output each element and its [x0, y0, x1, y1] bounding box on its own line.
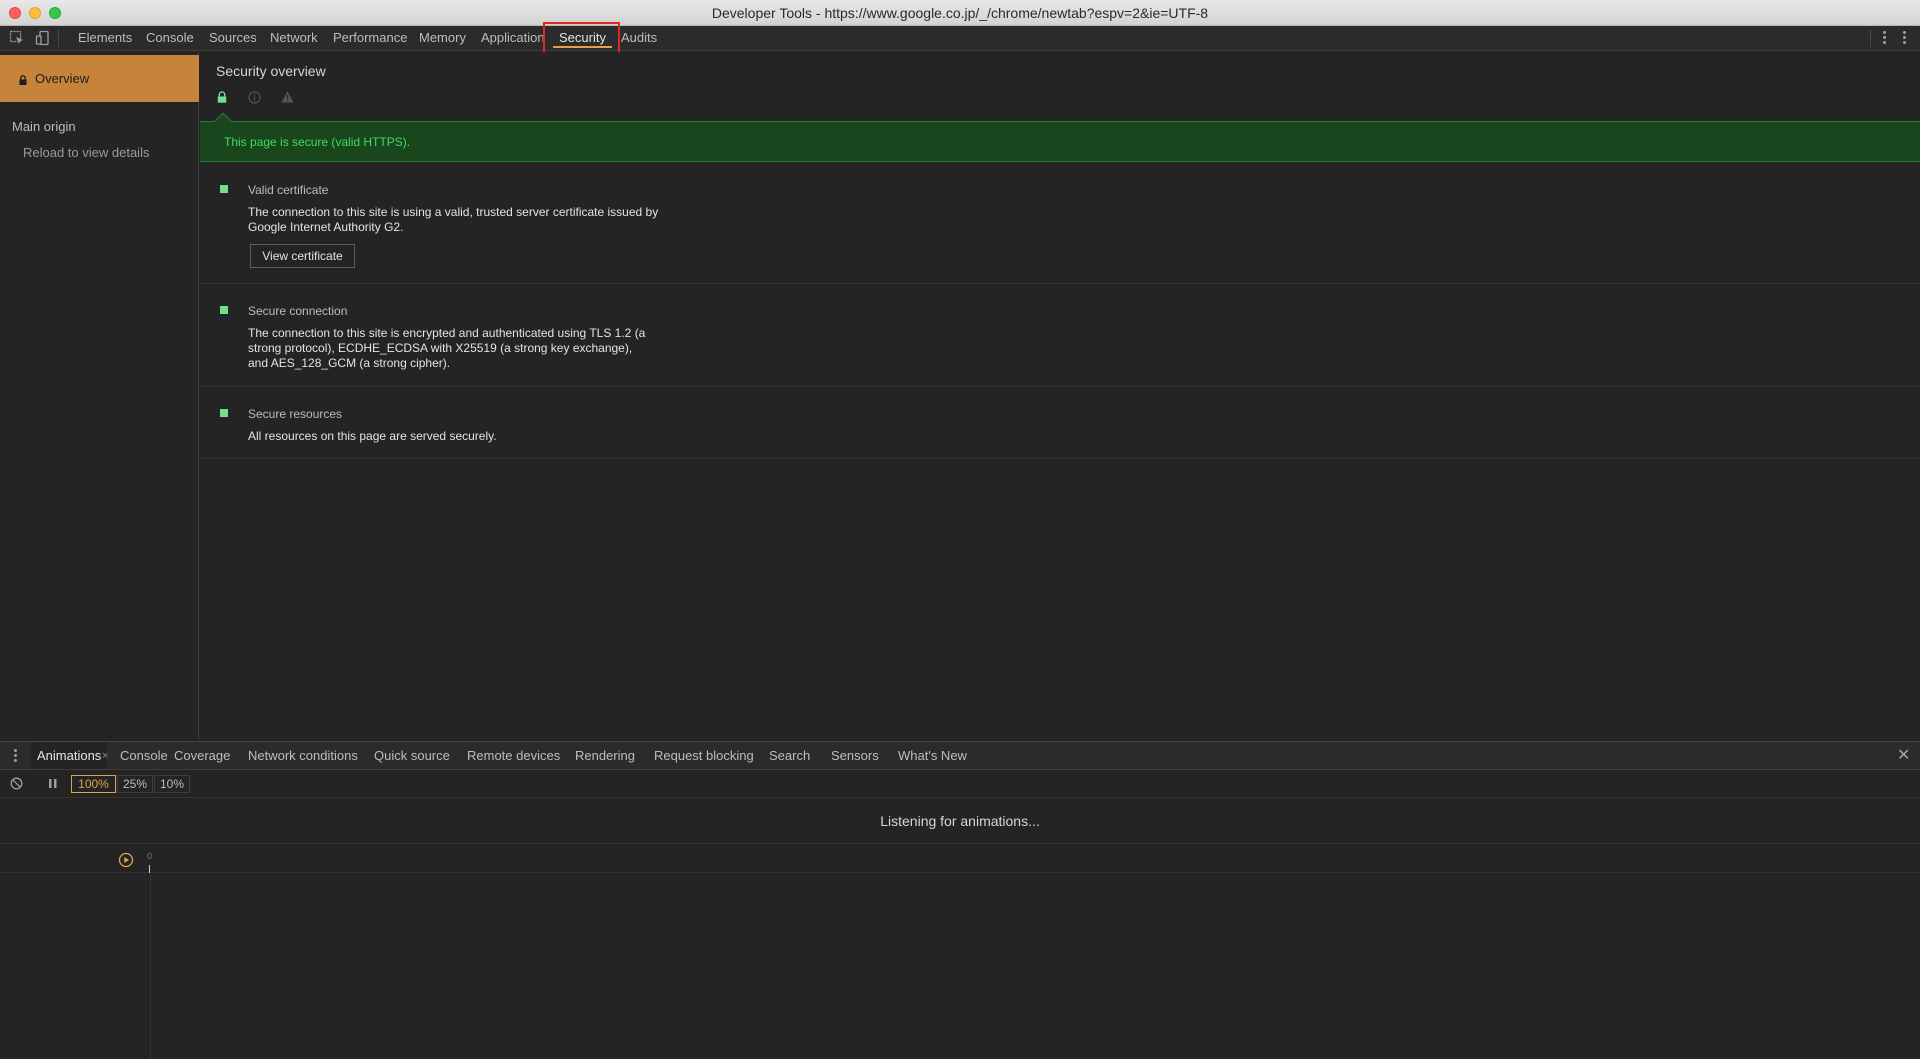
- security-main-panel: Security overview This page is secure (v…: [200, 52, 1920, 740]
- drawer-tab-network-conditions[interactable]: Network conditions: [248, 742, 358, 769]
- clear-icon[interactable]: [10, 777, 23, 790]
- speed-25-button[interactable]: 25%: [117, 775, 153, 793]
- drawer-tab-animations[interactable]: Animations: [31, 742, 108, 769]
- pause-icon[interactable]: [48, 778, 58, 789]
- secure-status-marker: [220, 185, 228, 193]
- tab-sources[interactable]: Sources: [209, 26, 257, 50]
- window-title: Developer Tools - https://www.google.co.…: [711, 5, 1209, 21]
- lock-icon: [217, 91, 227, 103]
- section-heading: Secure resources: [248, 407, 343, 421]
- section-heading: Secure connection: [248, 304, 348, 318]
- tab-performance[interactable]: Performance: [333, 26, 407, 50]
- listening-message: Listening for animations...: [880, 813, 1040, 829]
- drawer-tab-coverage[interactable]: Coverage: [174, 742, 230, 769]
- tab-audits[interactable]: Audits: [621, 26, 657, 50]
- security-sidebar: Overview Main origin Reload to view deta…: [0, 52, 199, 740]
- section-description: All resources on this page are served se…: [248, 429, 497, 443]
- tab-memory[interactable]: Memory: [419, 26, 466, 50]
- drawer-tab-remote-devices[interactable]: Remote devices: [467, 742, 560, 769]
- tab-security[interactable]: Security: [553, 26, 612, 50]
- drawer-tab-whats-new[interactable]: What's New: [898, 742, 967, 769]
- more-vertical-icon[interactable]: [1903, 31, 1907, 45]
- drawer-tab-console[interactable]: Console: [120, 742, 168, 769]
- device-toggle-icon[interactable]: [35, 30, 51, 46]
- section-secure-resources: Secure resources All resources on this p…: [200, 387, 1920, 459]
- drawer-menu-icon[interactable]: [14, 749, 18, 763]
- drawer-tab-request-blocking[interactable]: Request blocking: [654, 742, 754, 769]
- close-drawer-icon[interactable]: ✕: [1897, 745, 1910, 765]
- secure-status-marker: [220, 409, 228, 417]
- drawer-tab-search[interactable]: Search: [769, 742, 810, 769]
- sidebar-reload-hint: Reload to view details: [23, 145, 150, 160]
- page-title: Security overview: [216, 63, 326, 79]
- tab-console[interactable]: Console: [146, 26, 194, 50]
- section-description: The connection to this site is encrypted…: [248, 326, 646, 370]
- animation-timeline-header: 0: [0, 843, 1920, 873]
- section-secure-connection: Secure connection The connection to this…: [200, 284, 1920, 387]
- section-valid-certificate: Valid certificate The connection to this…: [200, 163, 1920, 284]
- drawer-tab-sensors[interactable]: Sensors: [831, 742, 879, 769]
- section-description: The connection to this site is using a v…: [248, 205, 659, 234]
- animations-toolbar: 100% 25% 10%: [0, 770, 1920, 798]
- security-summary-banner: This page is secure (valid HTTPS).: [200, 112, 1920, 162]
- secure-status-marker: [220, 306, 228, 314]
- drawer-tabbar: Animations × Console Coverage Network co…: [0, 742, 1920, 770]
- toolbar-separator: [1870, 30, 1871, 47]
- warning-icon: [281, 91, 294, 103]
- drawer-tab-rendering[interactable]: Rendering: [575, 742, 635, 769]
- timeline-tick: [149, 865, 150, 873]
- sidebar-section-main-origin: Main origin: [12, 119, 76, 134]
- sidebar-item-overview[interactable]: Overview: [0, 55, 199, 102]
- info-icon: [248, 91, 261, 104]
- view-certificate-button[interactable]: View certificate: [250, 244, 355, 268]
- toolbar-separator: [58, 30, 59, 47]
- tab-application[interactable]: Application: [481, 26, 545, 50]
- speed-100-button[interactable]: 100%: [71, 775, 116, 793]
- devtools-drawer: Animations × Console Coverage Network co…: [0, 741, 1920, 1059]
- customize-menu-icon[interactable]: [1883, 31, 1887, 45]
- replay-icon[interactable]: [118, 852, 134, 868]
- tab-network[interactable]: Network: [270, 26, 318, 50]
- section-heading: Valid certificate: [248, 183, 329, 197]
- close-tab-icon[interactable]: ×: [102, 750, 108, 762]
- drawer-tab-label: Animations: [37, 748, 102, 763]
- sidebar-item-label: Overview: [35, 71, 90, 86]
- inspect-element-icon[interactable]: [9, 30, 25, 46]
- window-titlebar: Developer Tools - https://www.google.co.…: [0, 0, 1920, 26]
- tab-elements[interactable]: Elements: [78, 26, 132, 50]
- lock-icon: [19, 75, 27, 85]
- drawer-tab-quick-source[interactable]: Quick source: [374, 742, 450, 769]
- timeline-grid-line: [150, 873, 151, 1059]
- devtools-toolbar: Elements Console Sources Network Perform…: [0, 26, 1920, 51]
- speed-10-button[interactable]: 10%: [154, 775, 190, 793]
- security-summary-text: This page is secure (valid HTTPS).: [224, 135, 411, 149]
- summary-caret: [214, 112, 232, 130]
- timeline-zero-label: 0: [147, 851, 153, 861]
